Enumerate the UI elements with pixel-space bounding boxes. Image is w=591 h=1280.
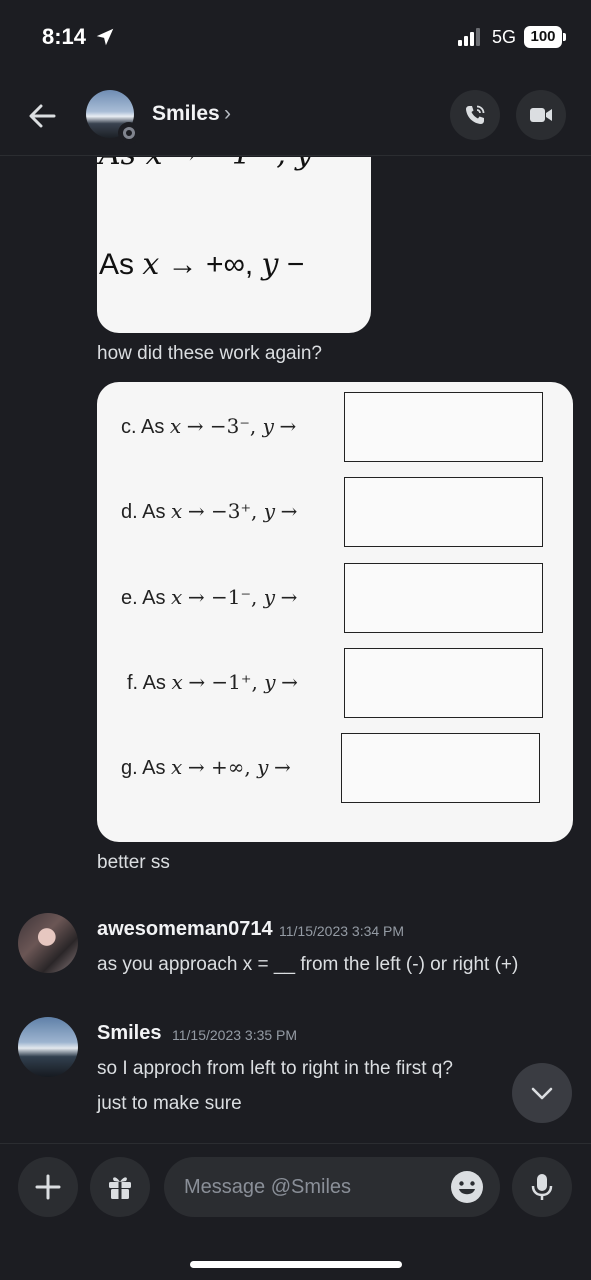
message-input[interactable] (184, 1157, 434, 1217)
image-attachment[interactable]: c. As x → −3⁻, y → d. As x → −3⁺, y → e.… (97, 382, 573, 842)
message-timestamp: 11/15/2023 3:34 PM (279, 923, 405, 939)
answer-box (341, 733, 540, 803)
message-text: as you approach x = __ from the left (-)… (97, 954, 519, 975)
phone-call-icon (466, 105, 485, 124)
question-row: g. As x → +∞, y → (97, 733, 573, 803)
battery-level: 100 (524, 26, 562, 48)
question-row: e. As x → −1⁻, y → (97, 563, 573, 633)
home-indicator[interactable] (190, 1261, 402, 1268)
question-label: c. As x → −3⁻, y → (121, 414, 297, 438)
question-label: g. As x → +∞, y → (121, 755, 291, 779)
avatar[interactable] (18, 913, 78, 973)
answer-box (344, 392, 543, 462)
question-row: f. As x → −1⁺, y → (97, 648, 573, 718)
image-text-part: As (99, 248, 135, 281)
location-arrow-icon (96, 28, 114, 46)
message-author[interactable]: awesomeman0714 (97, 918, 273, 941)
message-text: just to make sure (97, 1093, 242, 1114)
microphone-icon (531, 1174, 553, 1200)
image-text-part: − (286, 248, 305, 281)
message-composer (0, 1143, 591, 1280)
message-input-container[interactable] (164, 1157, 500, 1217)
video-call-button[interactable] (516, 90, 566, 140)
question-row: d. As x → −3⁺, y → (97, 477, 573, 547)
status-bar: 8:14 5G 100 (0, 0, 591, 76)
gift-icon (109, 1177, 131, 1199)
message-text: how did these work again? (97, 343, 322, 364)
image-text-part: x (142, 247, 160, 282)
question-label: f. As x → −1⁺, y → (127, 670, 298, 694)
battery-tip (563, 33, 566, 41)
question-label: e. As x → −1⁻, y → (121, 585, 298, 609)
avatar[interactable] (86, 90, 140, 144)
message-author[interactable]: Smiles (97, 1022, 161, 1045)
message-text: so I approch from left to right in the f… (97, 1058, 453, 1079)
video-camera-icon (530, 108, 552, 122)
offline-status-icon (118, 122, 140, 144)
avatar[interactable] (18, 1017, 78, 1077)
image-attachment[interactable]: As x → −1⁻ , y As x → +∞, y − (97, 157, 371, 333)
image-text: As x → −1⁻ , y (99, 157, 312, 172)
plus-icon (35, 1174, 61, 1200)
emoji-icon[interactable] (450, 1170, 484, 1204)
image-text-part: → +∞, (167, 248, 254, 281)
signal-strength-icon (458, 28, 484, 46)
status-time: 8:14 (42, 24, 87, 49)
message-list[interactable]: As x → −1⁻ , y As x → +∞, y − how did th… (0, 157, 591, 1142)
message-text: better ss (97, 852, 170, 873)
chat-header: Smiles › (0, 78, 591, 156)
attach-button[interactable] (18, 1157, 78, 1217)
question-label: d. As x → −3⁺, y → (121, 499, 298, 523)
image-text: As x → +∞, y − (99, 247, 304, 282)
jump-to-latest-button[interactable] (512, 1063, 572, 1123)
channel-title[interactable]: Smiles (152, 102, 220, 126)
arrow-left-icon[interactable] (24, 98, 60, 134)
chevron-down-icon (531, 1087, 553, 1100)
voice-message-button[interactable] (512, 1157, 572, 1217)
gift-button[interactable] (90, 1157, 150, 1217)
voice-call-button[interactable] (450, 90, 500, 140)
image-text-part: y (261, 247, 279, 282)
message-timestamp: 11/15/2023 3:35 PM (172, 1027, 298, 1043)
answer-box (344, 563, 543, 633)
question-row: c. As x → −3⁻, y → (97, 392, 573, 462)
network-type: 5G (492, 27, 517, 47)
answer-box (344, 648, 543, 718)
answer-box (344, 477, 543, 547)
chevron-right-icon[interactable]: › (224, 102, 231, 126)
